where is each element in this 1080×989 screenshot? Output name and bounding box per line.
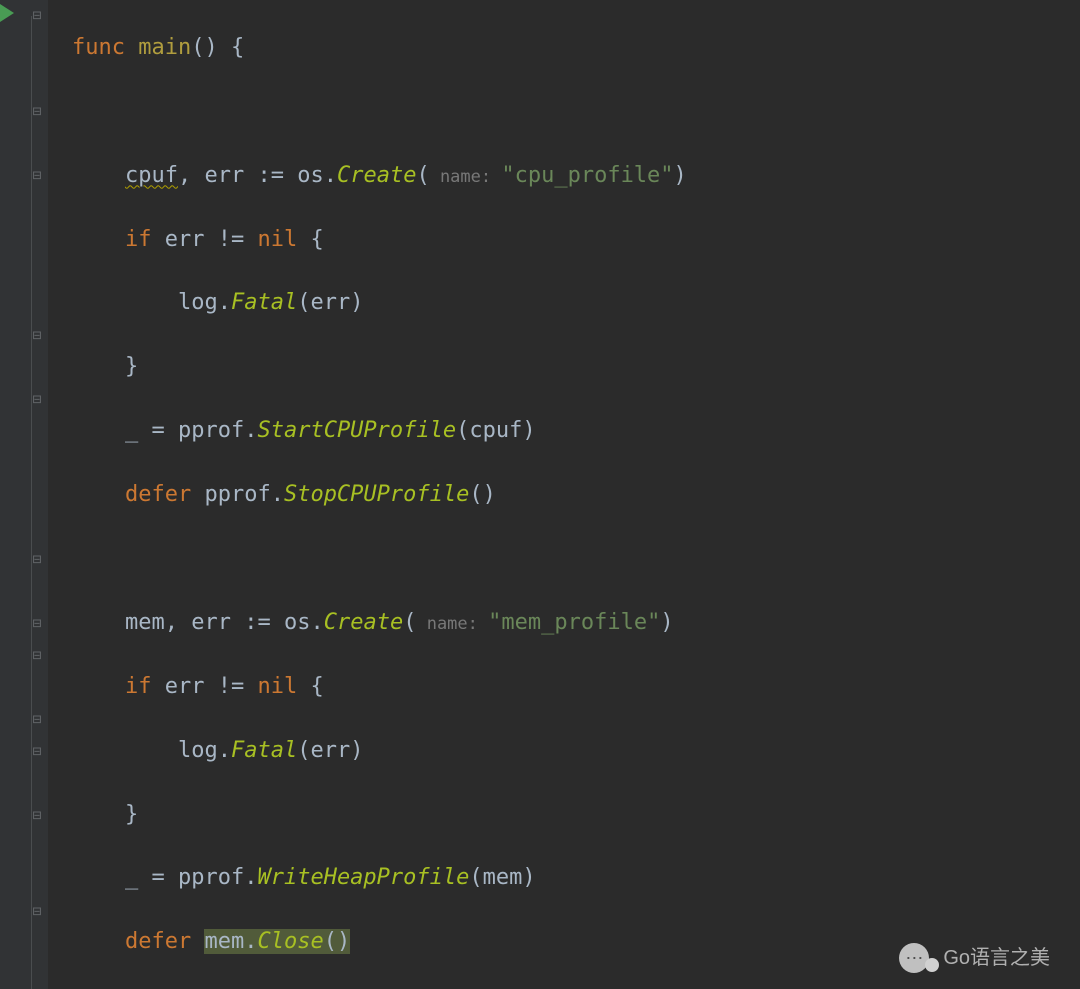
keyword-nil: nil [257, 227, 297, 252]
code-line[interactable]: } [72, 351, 1080, 383]
method-create: Create [337, 163, 416, 188]
fold-icon[interactable]: ⊟ [30, 101, 44, 123]
text: () { [191, 35, 244, 60]
fold-end-icon[interactable]: ⊟ [30, 805, 44, 827]
method-writeheap: WriteHeapProfile [257, 865, 469, 890]
keyword-defer: defer [125, 482, 191, 507]
code-line[interactable]: } [72, 799, 1080, 831]
var-mem: mem [125, 610, 165, 635]
code-editor[interactable]: ⊟ ⊟ ⊟ ⊟ ⊟ ⊟ ⊟ ⊟ ⊟ ⊟ ⊟ ⊟ func main() { cp… [0, 0, 1080, 989]
method-startcpu: StartCPUProfile [257, 418, 456, 443]
keyword-func: func [72, 35, 125, 60]
fold-icon[interactable]: ⊟ [30, 741, 44, 763]
code-line[interactable]: cpuf, err := os.Create( name: "cpu_profi… [72, 160, 1080, 192]
code-line[interactable]: if err != nil { [72, 671, 1080, 703]
pkg-log: log [178, 290, 218, 315]
var-err: err [204, 163, 244, 188]
fold-end-icon[interactable]: ⊟ [30, 645, 44, 667]
code-line[interactable]: mem, err := os.Create( name: "mem_profil… [72, 607, 1080, 639]
fold-icon[interactable]: ⊟ [30, 709, 44, 731]
method-fatal: Fatal [231, 290, 297, 315]
code-line[interactable]: if err != nil { [72, 224, 1080, 256]
fold-end-icon[interactable]: ⊟ [30, 165, 44, 187]
param-hint: name: [430, 167, 502, 187]
method-close: Close [257, 929, 323, 954]
fold-end-icon[interactable]: ⊟ [30, 901, 44, 923]
watermark-text: Go语言之美 [943, 944, 1050, 973]
method-stopcpu: StopCPUProfile [284, 482, 469, 507]
gutter: ⊟ ⊟ ⊟ ⊟ ⊟ ⊟ ⊟ ⊟ ⊟ ⊟ ⊟ ⊟ [0, 0, 48, 989]
code-line[interactable]: log.Fatal(err) [72, 287, 1080, 319]
code-line[interactable]: _ = pprof.WriteHeapProfile(mem) [72, 862, 1080, 894]
fold-icon[interactable]: ⊟ [30, 549, 44, 571]
wechat-icon: ⋯ [899, 943, 929, 973]
code-line[interactable]: defer pprof.StopCPUProfile() [72, 479, 1080, 511]
code-line[interactable]: func main() { [72, 32, 1080, 64]
code-area[interactable]: func main() { cpuf, err := os.Create( na… [48, 0, 1080, 989]
code-line[interactable]: _ = pprof.StartCPUProfile(cpuf) [72, 415, 1080, 447]
watermark: ⋯ Go语言之美 [899, 943, 1050, 973]
fold-end-icon[interactable]: ⊟ [30, 389, 44, 411]
func-main: main [138, 35, 191, 60]
var-cpuf: cpuf [125, 163, 178, 188]
blank-ident: _ [125, 418, 138, 443]
fold-icon[interactable]: ⊟ [30, 5, 44, 27]
pkg-pprof: pprof [178, 418, 244, 443]
fold-icon[interactable]: ⊟ [30, 325, 44, 347]
pkg-os: os [297, 163, 324, 188]
string-literal: "cpu_profile" [501, 163, 673, 188]
keyword-if: if [125, 227, 152, 252]
code-line[interactable]: log.Fatal(err) [72, 735, 1080, 767]
fold-end-icon[interactable]: ⊟ [30, 613, 44, 635]
